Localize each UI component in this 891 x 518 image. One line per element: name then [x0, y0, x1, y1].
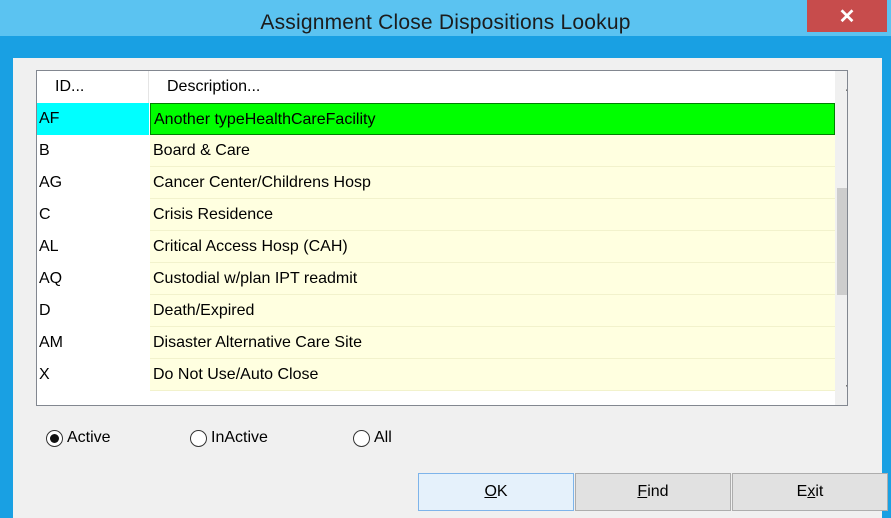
ok-label-rest: K: [496, 483, 508, 500]
cell-description: Do Not Use/Auto Close: [150, 359, 835, 391]
radio-inactive[interactable]: InActive: [190, 423, 268, 453]
chevron-up-icon: [846, 89, 847, 91]
list-rows: AF Another typeHealthCareFacility B Board &…: [37, 103, 835, 391]
cell-id: X: [37, 359, 149, 391]
find-button[interactable]: Find: [575, 473, 731, 511]
radio-active[interactable]: Active: [46, 423, 111, 453]
radio-label: All: [374, 429, 392, 446]
find-label-rest: ind: [647, 483, 669, 500]
dialog-body: ID... Description... AF Another typeHealt…: [13, 58, 888, 518]
cell-description: Board & Care: [150, 135, 835, 167]
cell-id: AG: [37, 167, 149, 199]
exit-button[interactable]: Ex it: [732, 473, 888, 511]
radio-all[interactable]: All: [353, 423, 392, 453]
find-access-key: F: [637, 483, 648, 500]
exit-access-key: x: [807, 483, 816, 500]
column-header-id[interactable]: ID...: [37, 71, 149, 103]
window-title: Assignment Close Dispositions Lookup: [260, 11, 631, 34]
cell-id: AQ: [37, 263, 149, 295]
radio-label: Active: [67, 429, 111, 446]
list-item[interactable]: AM Disaster Alternative Care Site: [37, 327, 835, 359]
cell-id: B: [37, 135, 149, 167]
title-bar[interactable]: Assignment Close Dispositions Lookup ✕: [0, 0, 891, 36]
vertical-scrollbar[interactable]: ≡: [835, 71, 848, 405]
radio-label: InActive: [211, 429, 268, 446]
cell-description: Critical Access Hosp (CAH): [150, 231, 835, 263]
ok-access-key: O: [484, 483, 497, 500]
radio-circle[interactable]: [46, 429, 63, 447]
chevron-down-icon: [846, 385, 847, 387]
cell-id: D: [37, 295, 149, 327]
cell-id: C: [37, 199, 149, 231]
exit-label-pre: E: [796, 483, 808, 500]
close-button[interactable]: ✕: [807, 0, 887, 32]
scroll-thumb[interactable]: ≡: [837, 188, 848, 295]
radio-circle[interactable]: [190, 429, 207, 447]
list-header: ID... Description...: [37, 71, 827, 103]
close-icon: ✕: [838, 5, 856, 28]
cell-id: AM: [37, 327, 149, 359]
dispositions-list[interactable]: ID... Description... AF Another typeHealt…: [36, 70, 848, 406]
grip-icon: ≡: [847, 233, 848, 251]
cell-description: Death/Expired: [150, 295, 835, 327]
status-filter: Active InActive All: [33, 423, 633, 453]
list-item[interactable]: B Board & Care: [37, 135, 835, 167]
list-item[interactable]: AL Critical Access Hosp (CAH): [37, 231, 835, 263]
cell-description: Disaster Alternative Care Site: [150, 327, 835, 359]
list-item[interactable]: AQ Custodial w/plan IPT readmit: [37, 263, 835, 295]
cell-description: Cancer Center/Childrens Hosp: [150, 167, 835, 199]
list-item[interactable]: AG Cancer Center/Childrens Hosp: [37, 167, 835, 199]
cell-description: Crisis Residence: [150, 199, 835, 231]
list-item[interactable]: C Crisis Residence: [37, 199, 835, 231]
cell-id: AL: [37, 231, 149, 263]
ok-button[interactable]: OK: [418, 473, 574, 511]
cell-description: Another typeHealthCareFacility: [150, 103, 835, 135]
cell-id: AF: [37, 103, 149, 135]
lookup-dialog: Assignment Close Dispositions Lookup ✕ I…: [0, 0, 891, 518]
list-item[interactable]: D Death/Expired: [37, 295, 835, 327]
scroll-up-button[interactable]: [835, 71, 847, 105]
column-header-description[interactable]: Description...: [150, 71, 550, 103]
list-item[interactable]: AF Another typeHealthCareFacility: [37, 103, 835, 135]
list-item[interactable]: X Do Not Use/Auto Close: [37, 359, 835, 391]
scroll-down-button[interactable]: [835, 371, 847, 405]
cell-description: Custodial w/plan IPT readmit: [150, 263, 835, 295]
radio-circle[interactable]: [353, 429, 370, 447]
exit-label-rest: it: [815, 483, 824, 500]
